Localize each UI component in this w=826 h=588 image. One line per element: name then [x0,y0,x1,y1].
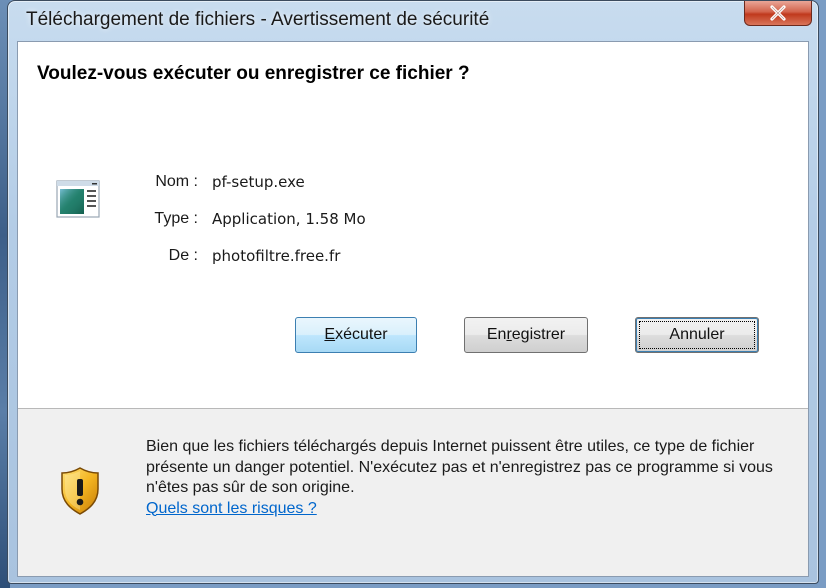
dialog-content: Voulez-vous exécuter ou enregistrer ce f… [17,41,809,577]
run-button[interactable]: Exécuter [295,317,417,353]
file-source-value: photofiltre.free.fr [212,247,341,265]
title-bar[interactable]: Téléchargement de fichiers - Avertisseme… [8,1,818,37]
warning-panel: Bien que les fichiers téléchargés depuis… [18,409,808,576]
cancel-button[interactable]: Annuler [635,317,759,353]
warning-text: Bien que les fichiers téléchargés depuis… [146,438,773,496]
focus-ring [639,321,755,349]
save-button-label: Enregistrer [486,326,566,343]
close-icon [770,5,786,21]
risks-link[interactable]: Quels sont les risques ? [146,500,317,517]
close-button[interactable] [744,1,812,26]
warning-message: Bien que les fichiers téléchargés depuis… [146,437,806,519]
window-title: Téléchargement de fichiers - Avertisseme… [26,9,490,30]
security-warning-dialog: Téléchargement de fichiers - Avertisseme… [7,0,819,584]
save-button[interactable]: Enregistrer [464,317,588,353]
file-name-label: Nom : [155,173,198,190]
dialog-question: Voulez-vous exécuter ou enregistrer ce f… [37,63,470,84]
file-type-label: Type : [154,210,198,227]
run-button-label: Exécuter [324,326,388,343]
file-source-label: De : [168,247,198,264]
file-type-value: Application, 1.58 Mo [212,210,366,228]
file-name-value: pf-setup.exe [212,173,305,191]
shield-warning-icon [61,467,99,515]
